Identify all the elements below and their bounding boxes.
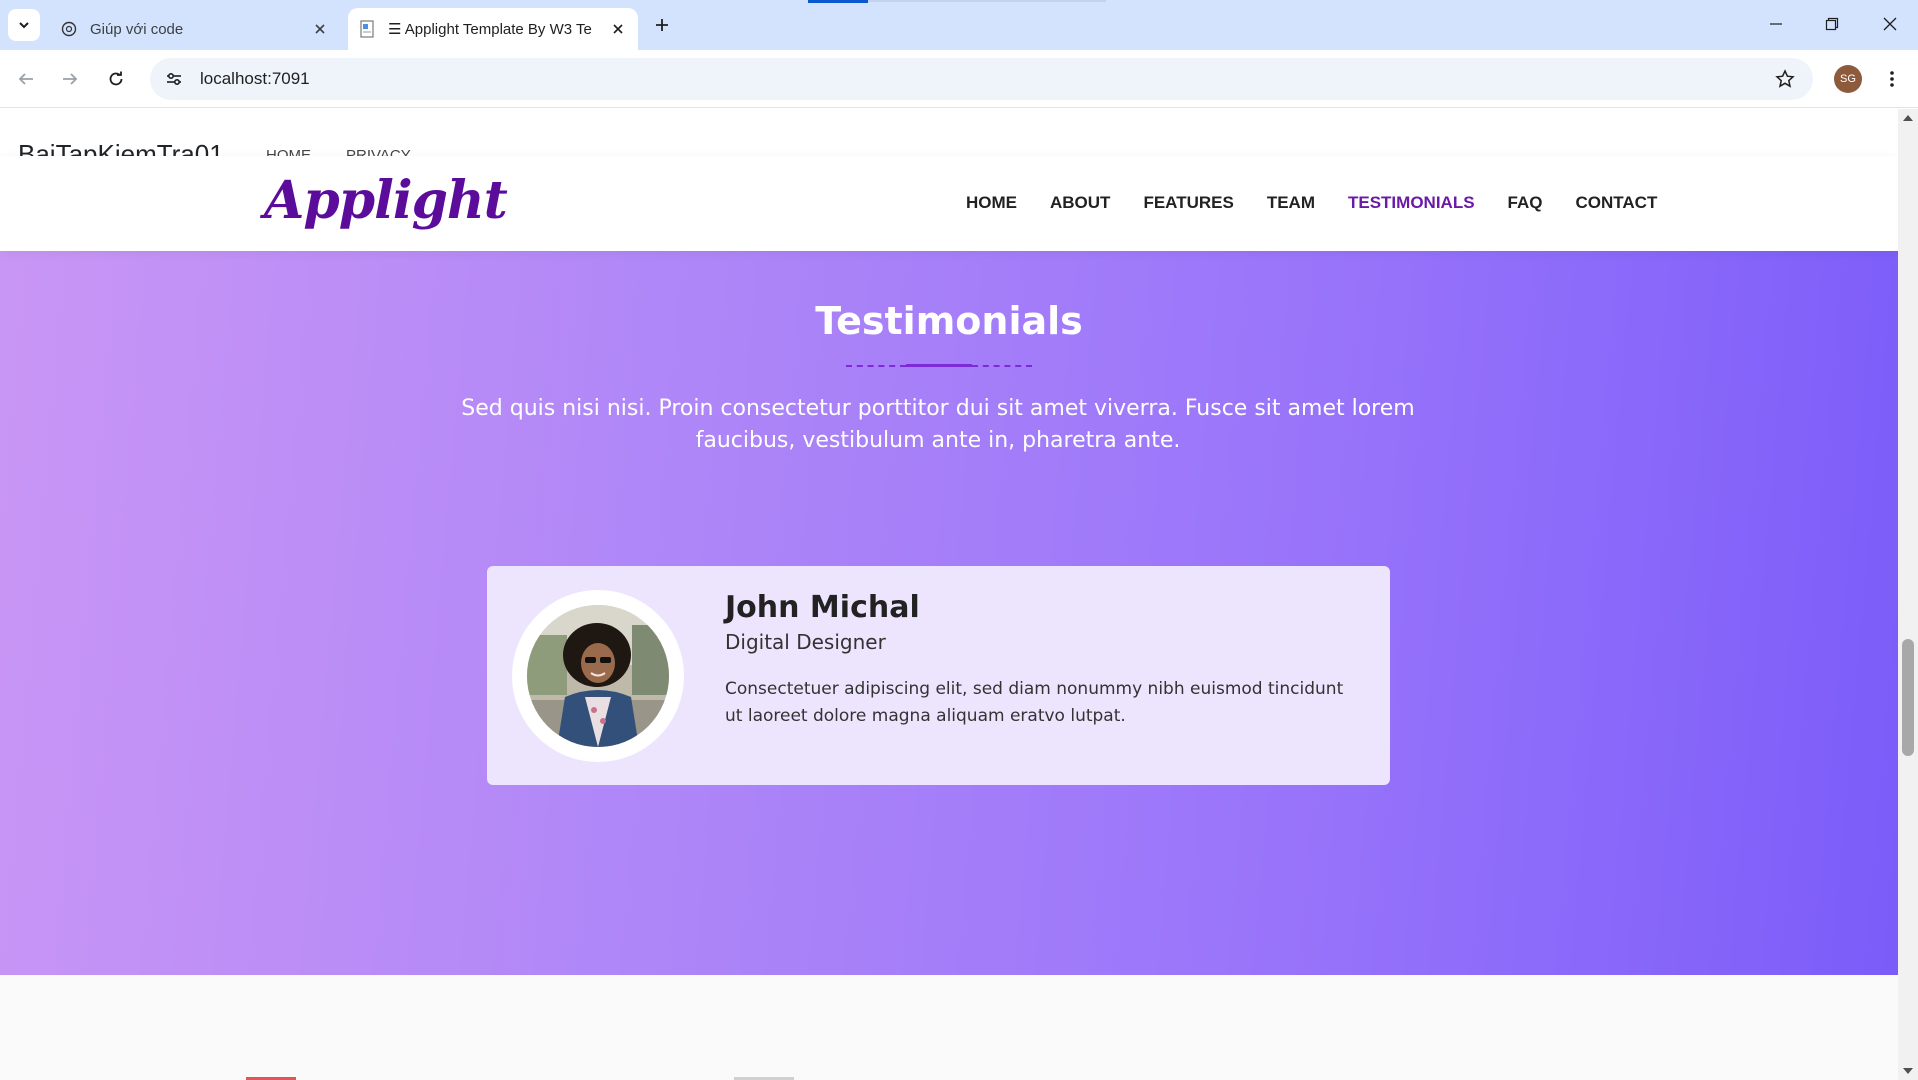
section-title: Testimonials [815, 299, 1083, 343]
tab-search-button[interactable] [8, 9, 40, 41]
browser-menu-button[interactable] [1876, 63, 1908, 95]
nav-features[interactable]: FEATURES [1143, 193, 1233, 213]
bookmark-star-icon[interactable] [1767, 61, 1803, 97]
nav-faq[interactable]: FAQ [1508, 193, 1543, 213]
browser-tabstrip: Giúp với code ☰ Applight Template By W3 … [0, 0, 1918, 50]
address-bar[interactable]: localhost:7091 [150, 58, 1813, 100]
scroll-up-icon[interactable] [1903, 115, 1913, 121]
restore-button[interactable] [1804, 0, 1860, 48]
close-icon[interactable] [306, 15, 334, 43]
chatgpt-icon [60, 20, 78, 38]
person-name: John Michal [725, 590, 920, 625]
page-viewport: BaiTapKiemTra01 HOME PRIVACY Applight HO… [0, 109, 1898, 1080]
section-description: Sed quis nisi nisi. Proin consectetur po… [461, 396, 1415, 453]
nav-team[interactable]: TEAM [1267, 193, 1315, 213]
scrollbar-thumb[interactable] [1902, 639, 1914, 756]
tab-title: ☰ Applight Template By W3 Te [388, 21, 592, 38]
minimize-button[interactable] [1748, 0, 1804, 48]
testimonial-card: John Michal Digital Designer Consectetue… [487, 566, 1390, 785]
reload-button[interactable] [100, 63, 132, 95]
tab-applight[interactable]: ☰ Applight Template By W3 Te [348, 8, 638, 50]
url-text: localhost:7091 [200, 69, 310, 88]
nav-contact[interactable]: CONTACT [1576, 193, 1658, 213]
profile-avatar[interactable]: SG [1834, 65, 1862, 93]
loading-indicator [808, 0, 868, 3]
main-nav: HOME ABOUT FEATURES TEAM TESTIMONIALS FA… [966, 193, 1690, 213]
more-vert-icon [1890, 71, 1894, 87]
arrow-left-icon [18, 73, 33, 85]
restore-icon [1825, 17, 1839, 31]
reload-icon [109, 71, 123, 86]
avatar-ring [512, 590, 684, 762]
next-section [0, 975, 1898, 1080]
forward-button[interactable] [54, 63, 86, 95]
chevron-down-icon [19, 22, 29, 29]
tab-title: Giúp với code [90, 20, 184, 38]
close-icon [1883, 17, 1897, 31]
person-quote: Consectetuer adipiscing elit, sed diam n… [725, 679, 1344, 726]
scroll-down-icon[interactable] [1903, 1068, 1913, 1074]
minimize-icon [1770, 23, 1782, 25]
site-header: Applight HOME ABOUT FEATURES TEAM TESTIM… [0, 156, 1898, 251]
site-info-icon[interactable] [156, 61, 192, 97]
loading-track [868, 0, 1106, 2]
nav-about[interactable]: ABOUT [1050, 193, 1110, 213]
testimonials-section: Testimonials Sed quis nisi nisi. Proin c… [0, 251, 1898, 975]
page-icon [358, 20, 376, 38]
page-scrollbar[interactable] [1898, 109, 1918, 1080]
title-divider [846, 364, 1032, 368]
nav-home[interactable]: HOME [966, 193, 1017, 213]
window-close-button[interactable] [1862, 0, 1918, 48]
avatar [527, 605, 669, 747]
new-tab-button[interactable] [648, 11, 676, 39]
base-navbar: BaiTapKiemTra01 HOME PRIVACY [0, 109, 1898, 169]
tab-giup-voi-code[interactable]: Giúp với code [50, 8, 340, 50]
browser-toolbar: localhost:7091 SG [0, 50, 1918, 108]
person-role: Digital Designer [725, 630, 886, 654]
nav-testimonials[interactable]: TESTIMONIALS [1348, 193, 1475, 213]
back-button[interactable] [10, 63, 42, 95]
plus-icon [656, 19, 668, 31]
applight-logo[interactable]: Applight [264, 170, 508, 231]
close-icon[interactable] [604, 15, 632, 43]
arrow-right-icon [63, 73, 78, 85]
